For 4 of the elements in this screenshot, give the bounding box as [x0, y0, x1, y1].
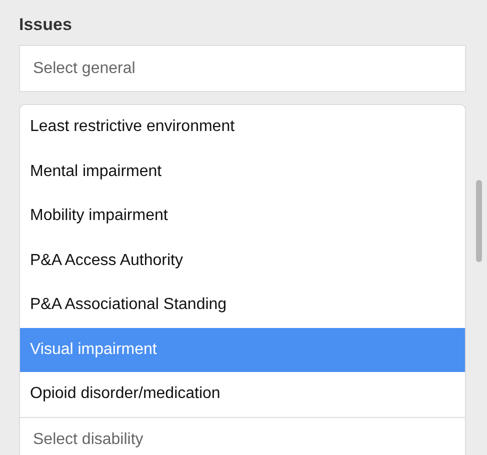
scrollbar-thumb[interactable] — [476, 180, 482, 262]
general-select[interactable]: Select general — [19, 45, 466, 92]
disability-select[interactable]: Select disability — [19, 416, 466, 455]
section-heading: Issues — [19, 14, 72, 36]
